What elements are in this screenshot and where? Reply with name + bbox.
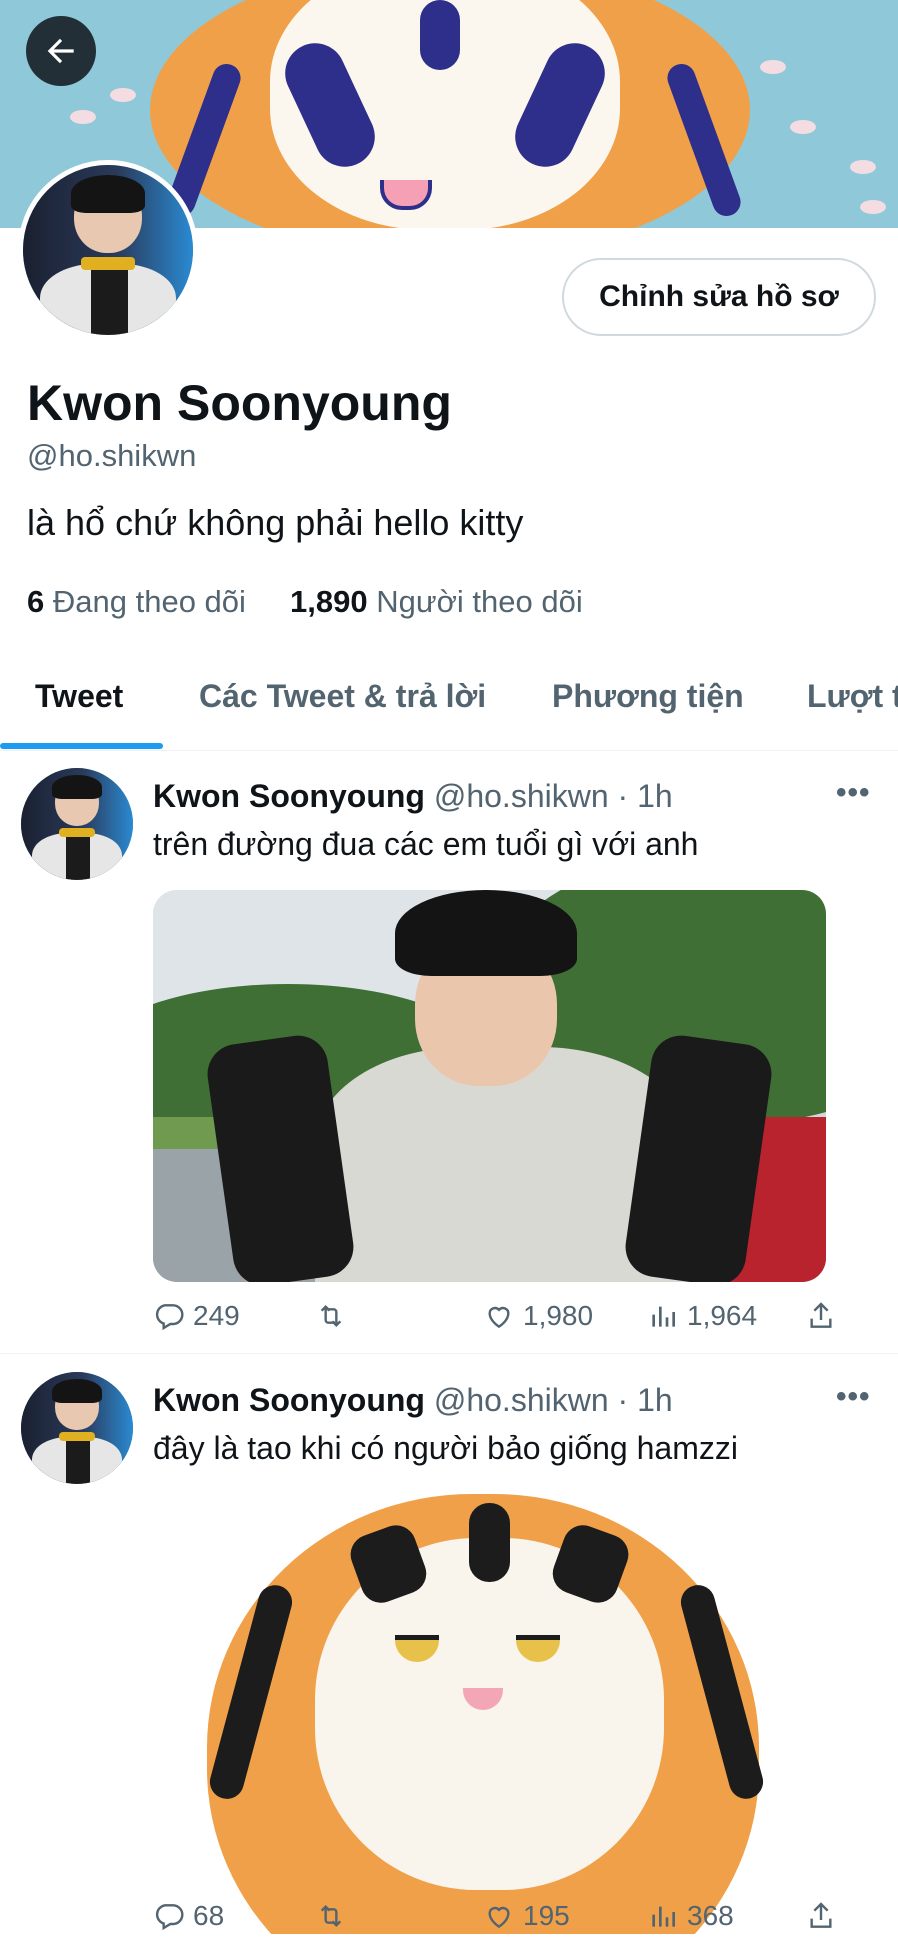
back-button[interactable] — [26, 16, 96, 86]
tweet-author-name[interactable]: Kwon Soonyoung — [153, 1382, 425, 1418]
share-icon — [805, 1300, 837, 1332]
edit-profile-button[interactable]: Chỉnh sửa hồ sơ — [562, 258, 876, 336]
tweet-author-handle[interactable]: @ho.shikwn — [434, 1382, 609, 1418]
reply-icon — [153, 1900, 185, 1932]
tweet-time[interactable]: 1h — [637, 778, 673, 814]
tweet-text: đây là tao khi có người bảo giống hamzzi — [153, 1430, 738, 1466]
views-count: 368 — [687, 1900, 734, 1931]
views-icon — [647, 1900, 679, 1932]
tweet-divider — [0, 1353, 898, 1354]
share-button[interactable] — [805, 1900, 837, 1932]
reply-icon — [153, 1300, 185, 1332]
views-button[interactable]: 1,964 — [647, 1300, 757, 1332]
reply-button[interactable]: 68 — [153, 1900, 224, 1932]
tweet-media-photo[interactable] — [153, 890, 826, 1282]
following-count: 6 — [27, 584, 45, 619]
followers-label: Người theo dõi — [376, 584, 583, 619]
like-button[interactable]: 1,980 — [483, 1300, 593, 1332]
retweet-icon — [315, 1300, 347, 1332]
tweet-actions: 68 195 368 — [153, 1900, 843, 1940]
profile-handle: @ho.shikwn — [27, 438, 197, 473]
tab-tweets[interactable]: Tweet — [35, 678, 123, 715]
tweet-media-photo[interactable] — [153, 1494, 826, 1934]
profile-bio: là hổ chứ không phải hello kitty — [27, 502, 524, 543]
like-icon — [483, 1900, 515, 1932]
tweet-text: trên đường đua các em tuổi gì với anh — [153, 826, 699, 862]
retweet-button[interactable] — [315, 1900, 355, 1932]
following-label: Đang theo dõi — [52, 584, 246, 619]
tweet-header: Kwon Soonyoung @ho.shikwn · 1h — [153, 778, 673, 815]
followers-count: 1,890 — [290, 584, 368, 619]
like-count: 1,980 — [523, 1300, 594, 1331]
reply-count: 68 — [193, 1900, 225, 1931]
reply-button[interactable]: 249 — [153, 1300, 240, 1332]
like-count: 195 — [523, 1900, 570, 1931]
retweet-button[interactable] — [315, 1300, 355, 1332]
following-link[interactable]: 6 Đang theo dõi — [27, 584, 246, 620]
profile-avatar[interactable] — [18, 160, 198, 340]
share-icon — [805, 1900, 837, 1932]
like-button[interactable]: 195 — [483, 1900, 570, 1932]
back-arrow-icon — [47, 38, 74, 64]
views-icon — [647, 1300, 679, 1332]
tab-likes[interactable]: Lượt t — [807, 678, 898, 715]
tweet-actions: 249 1,980 1,964 — [153, 1300, 843, 1340]
share-button[interactable] — [805, 1300, 837, 1332]
retweet-icon — [315, 1900, 347, 1932]
active-tab-indicator — [0, 743, 163, 749]
separator: · — [617, 1382, 629, 1418]
profile-tabs: Tweet Các Tweet & trả lời Phương tiện Lư… — [0, 660, 898, 751]
tab-media[interactable]: Phương tiện — [552, 678, 744, 715]
more-icon[interactable]: ••• — [836, 776, 871, 810]
tweet-header: Kwon Soonyoung @ho.shikwn · 1h — [153, 1382, 673, 1419]
like-icon — [483, 1300, 515, 1332]
views-button[interactable]: 368 — [647, 1900, 734, 1932]
reply-count: 249 — [193, 1300, 240, 1331]
followers-link[interactable]: 1,890 Người theo dõi — [290, 584, 583, 620]
tweet-avatar[interactable] — [21, 1372, 133, 1484]
views-count: 1,964 — [687, 1300, 758, 1331]
tweet-time[interactable]: 1h — [637, 1382, 673, 1418]
tweet-avatar[interactable] — [21, 768, 133, 880]
tab-tweets-replies[interactable]: Các Tweet & trả lời — [199, 678, 486, 715]
profile-name: Kwon Soonyoung — [27, 375, 452, 431]
tweet-author-name[interactable]: Kwon Soonyoung — [153, 778, 425, 814]
tweet-author-handle[interactable]: @ho.shikwn — [434, 778, 609, 814]
more-icon[interactable]: ••• — [836, 1380, 871, 1414]
separator: · — [617, 778, 629, 814]
